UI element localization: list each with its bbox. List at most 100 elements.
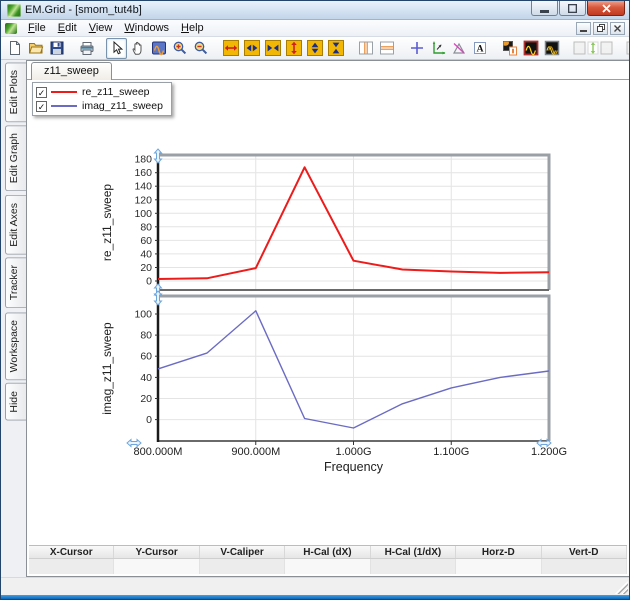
menu-item-help[interactable]: Help	[175, 21, 210, 35]
plot-style-single-icon	[523, 40, 539, 56]
sidebar: Edit Plots Edit Graph Edit AxesTracker Work…	[1, 60, 26, 577]
sync-vertical-button[interactable]	[571, 38, 615, 59]
svg-text:80: 80	[140, 221, 152, 233]
cursor-table-header: H-Cal (dX)	[285, 546, 370, 558]
minimize-icon	[540, 4, 549, 13]
expand-vertical-button[interactable]	[304, 38, 325, 59]
split-vertical-button[interactable]	[355, 38, 376, 59]
axes-tracker-icon	[430, 40, 446, 56]
menu-item-edit[interactable]: Edit	[52, 21, 83, 35]
svg-text:900.000M: 900.000M	[231, 446, 280, 458]
tab-z11-sweep[interactable]: z11_sweep	[31, 62, 112, 81]
crosshair-cursor-icon	[409, 40, 425, 56]
chart-canvas: 020406080100120140160180re_z11_sweep0204…	[27, 80, 627, 540]
expand-horizontal-icon	[244, 40, 260, 56]
legend-checkbox[interactable]: ✓	[36, 101, 47, 112]
mdi-restore-button[interactable]	[593, 22, 608, 35]
new-document-button[interactable]	[4, 38, 25, 59]
expand-vertical-icon	[307, 40, 323, 56]
svg-text:80: 80	[140, 330, 152, 342]
cursor-table-cell	[542, 559, 627, 574]
svg-text:A: A	[476, 45, 483, 55]
plot-style-single-button[interactable]	[520, 38, 541, 59]
sidebar-tab-edit-plots[interactable]: Edit Plots	[5, 62, 26, 122]
stretch-vertical-button[interactable]	[283, 38, 304, 59]
menu-item-file[interactable]: File	[22, 21, 52, 35]
svg-text:180: 180	[134, 154, 152, 166]
svg-text:re_z11_sweep: re_z11_sweep	[100, 184, 114, 261]
select-pointer-button[interactable]	[106, 38, 127, 59]
legend-checkbox[interactable]: ✓	[36, 87, 47, 98]
color-map-button[interactable]	[499, 38, 520, 59]
content-area: Edit Plots Edit Graph Edit AxesTracker Work…	[1, 60, 629, 577]
text-annotation-icon: A	[472, 40, 488, 56]
cursor-table-header: Horz-D	[456, 546, 541, 558]
print-button[interactable]	[76, 38, 97, 59]
legend-row: ✓re_z11_sweep	[36, 85, 163, 99]
svg-text:imag_z11_sweep: imag_z11_sweep	[100, 322, 114, 415]
svg-text:1.000G: 1.000G	[335, 446, 371, 458]
cursor-table-cell	[114, 559, 199, 574]
save-file-button[interactable]	[46, 38, 67, 59]
svg-text:140: 140	[134, 181, 152, 193]
split-horizontal-button[interactable]	[376, 38, 397, 59]
app-window: EM.Grid - [smom_tut4b] FileEditViewWindo…	[0, 0, 630, 600]
close-button[interactable]	[587, 1, 625, 16]
open-file-icon	[28, 40, 44, 56]
menu-item-view[interactable]: View	[83, 21, 119, 35]
text-annotation-button[interactable]: A	[469, 38, 490, 59]
sync-horizontal-button[interactable]	[624, 38, 629, 59]
save-file-icon	[49, 40, 65, 56]
mdi-close-button[interactable]	[610, 22, 625, 35]
color-map-icon	[502, 40, 518, 56]
svg-text:1.200G: 1.200G	[531, 446, 567, 458]
plot-panel: z11_sweep ✓re_z11_sweep✓imag_z11_sweep 0…	[26, 60, 629, 577]
svg-text:0: 0	[146, 276, 152, 288]
cursor-table-header: X-Cursor	[29, 546, 114, 558]
sidebar-tab-tracker[interactable]: Tracker	[5, 257, 26, 308]
maximize-button[interactable]	[559, 1, 586, 16]
shrink-horizontal-button[interactable]	[262, 38, 283, 59]
svg-text:40: 40	[140, 372, 152, 384]
status-bar	[1, 577, 629, 595]
minimize-button[interactable]	[531, 1, 558, 16]
axes-tracker-button[interactable]	[427, 38, 448, 59]
svg-text:100: 100	[134, 309, 152, 321]
shrink-vertical-button[interactable]	[325, 38, 346, 59]
crosshair-cursor-button[interactable]	[406, 38, 427, 59]
menu-item-windows[interactable]: Windows	[118, 21, 175, 35]
open-file-button[interactable]	[25, 38, 46, 59]
legend-line-sample	[51, 105, 77, 107]
plot-style-multi-button[interactable]	[541, 38, 562, 59]
zoom-window-button[interactable]	[148, 38, 169, 59]
shrink-horizontal-icon	[265, 40, 281, 56]
cursor-table-cell	[456, 559, 541, 574]
caliper-icon	[451, 40, 467, 56]
stretch-horizontal-icon	[223, 40, 239, 56]
resize-grip[interactable]	[615, 581, 628, 594]
sidebar-tab-workspace[interactable]: Workspace	[5, 312, 26, 380]
cursor-table-cell	[371, 559, 456, 574]
toolbar: ALayout	[1, 37, 629, 60]
svg-text:1.100G: 1.100G	[433, 446, 469, 458]
svg-text:20: 20	[140, 262, 152, 274]
pan-hand-button[interactable]	[127, 38, 148, 59]
zoom-out-icon	[193, 40, 209, 56]
zoom-out-button[interactable]	[190, 38, 211, 59]
legend-row: ✓imag_z11_sweep	[36, 99, 163, 113]
mdi-minimize-button[interactable]	[576, 22, 591, 35]
svg-text:Frequency: Frequency	[324, 460, 384, 474]
sidebar-tab-edit-graph[interactable]: Edit Graph	[5, 125, 26, 191]
zoom-in-button[interactable]	[169, 38, 190, 59]
svg-text:800.000M: 800.000M	[134, 446, 183, 458]
sidebar-tab-hide[interactable]: Hide	[5, 383, 26, 421]
window-bottom-border	[1, 595, 629, 599]
menu-bar: FileEditViewWindowsHelp	[1, 20, 629, 37]
window-title: EM.Grid - [smom_tut4b]	[25, 4, 142, 16]
title-bar: EM.Grid - [smom_tut4b]	[1, 1, 629, 20]
plot-legend: ✓re_z11_sweep✓imag_z11_sweep	[32, 82, 172, 116]
stretch-horizontal-button[interactable]	[220, 38, 241, 59]
expand-horizontal-button[interactable]	[241, 38, 262, 59]
caliper-button[interactable]	[448, 38, 469, 59]
sidebar-tab-edit-axes[interactable]: Edit Axes	[5, 195, 26, 255]
